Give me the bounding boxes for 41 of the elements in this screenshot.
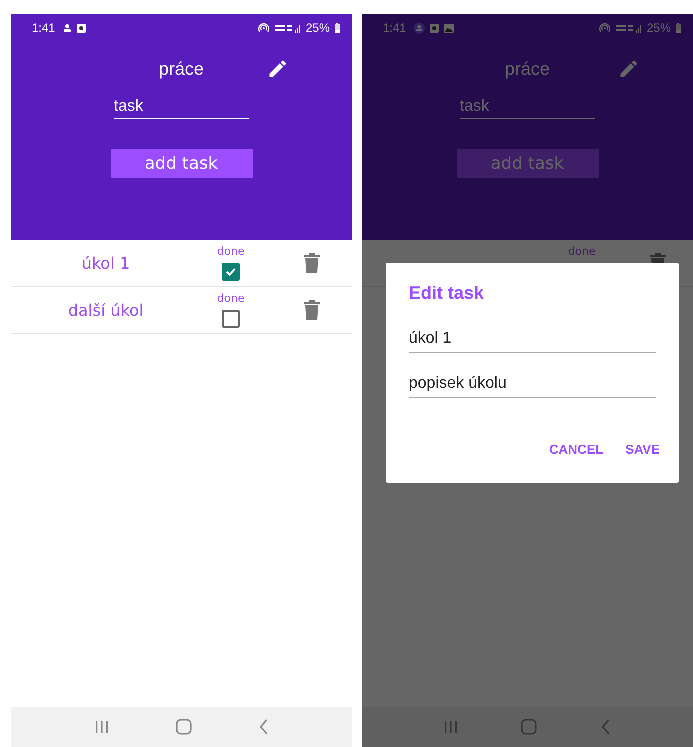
network-icon	[274, 24, 301, 32]
done-checkbox[interactable]	[222, 263, 240, 281]
task-name: úkol 1	[82, 254, 130, 272]
done-label: done	[217, 293, 245, 304]
status-time: 1:41	[32, 21, 56, 35]
status-time: 1:41	[383, 21, 406, 35]
app-icon	[430, 24, 440, 32]
hotspot-icon	[258, 23, 270, 33]
image-icon	[444, 24, 454, 32]
done-label: done	[217, 246, 245, 257]
add-task-button[interactable]: add task	[456, 149, 598, 178]
battery-icon	[676, 23, 681, 33]
list-title: práce	[158, 58, 204, 80]
battery-percent: 25%	[306, 21, 330, 35]
done-checkbox[interactable]	[222, 310, 240, 328]
home-icon[interactable]	[521, 719, 538, 735]
battery-percent: 25%	[646, 21, 671, 35]
person-icon	[63, 24, 72, 32]
home-icon[interactable]	[176, 719, 192, 735]
trash-icon[interactable]	[304, 300, 320, 320]
task-input-field[interactable]: task	[460, 96, 595, 119]
dialog-button[interactable]: SAVE	[620, 436, 666, 463]
recent-apps-icon[interactable]	[94, 720, 108, 734]
list-title: práce	[504, 58, 550, 80]
checkmark-icon	[225, 266, 237, 278]
pencil-icon[interactable]	[267, 58, 289, 80]
app-icon	[77, 24, 86, 32]
task-name: další úkol	[68, 300, 144, 320]
done-label: done	[568, 246, 596, 257]
person-icon	[414, 22, 426, 34]
trash-icon[interactable]	[304, 253, 320, 273]
recent-apps-icon[interactable]	[444, 720, 458, 734]
add-task-button[interactable]: add task	[110, 149, 252, 178]
task-input-field[interactable]: task	[114, 96, 249, 119]
hotspot-icon	[598, 23, 611, 33]
battery-icon	[335, 23, 340, 33]
network-icon	[616, 24, 642, 32]
back-icon[interactable]	[601, 719, 612, 735]
back-icon[interactable]	[258, 719, 268, 735]
dialog-title: Edit task	[409, 283, 486, 304]
dialog-button[interactable]: CANCEL	[543, 436, 610, 463]
